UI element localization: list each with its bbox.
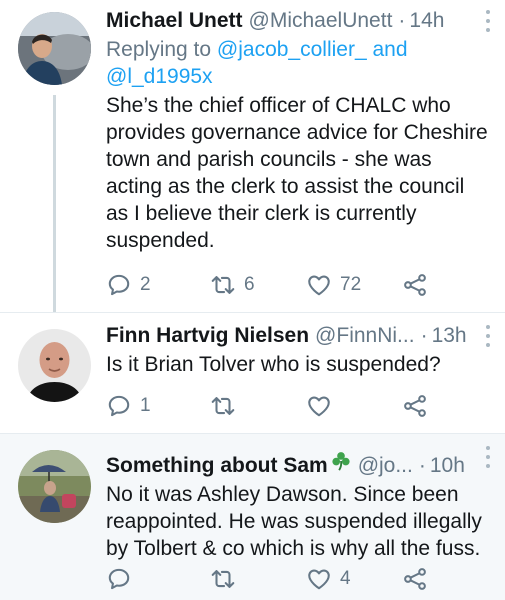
action-bar: 2 6 72 [106,272,436,298]
avatar[interactable] [18,450,91,523]
author-handle[interactable]: @jo... [358,453,413,479]
author-name[interactable]: Michael Unett [106,8,243,34]
mention-link[interactable]: @jacob_collier_ [217,38,367,61]
action-bar: 1 [106,393,436,419]
heart-icon [306,566,332,592]
tweet-something-about-sam[interactable]: Something about Sam @jo... · 10h No it w… [0,433,505,600]
tweet-text-line: provides governance advice for Cheshire [106,121,488,144]
tweet-text-line: Is it Brian Tolver who is suspended? [106,353,441,376]
tweet-text-line: reappointed. He was suspended illegally [106,510,482,533]
heart-icon [306,272,332,298]
tweet-text: Is it Brian Tolver who is suspended? [106,351,491,378]
share-icon [402,393,428,419]
retweet-button[interactable] [210,393,244,419]
shamrock-icon [332,452,350,471]
thread-line [53,95,56,312]
replying-to-label: Replying to [106,38,212,61]
reply-button[interactable]: 1 [106,393,151,419]
reply-icon [106,393,132,419]
tweet-michael-unett[interactable]: Michael Unett @MichaelUnett · 14h Replyi… [0,0,505,312]
like-count: 72 [340,274,362,295]
share-button[interactable] [402,566,428,592]
share-button[interactable] [402,393,428,419]
tweet-text-line: town and parish councils - she was [106,148,432,171]
tweet-text-line: She’s the chief officer of CHALC who [106,94,451,117]
reply-icon [106,272,132,298]
avatar[interactable] [18,12,91,85]
reply-icon [106,566,132,592]
author-handle[interactable]: @MichaelUnett [249,8,393,34]
retweet-button[interactable] [210,566,244,592]
tweet-text: No it was Ashley Dawson. Since been reap… [106,481,491,562]
avatar[interactable] [18,329,91,402]
retweet-icon [210,566,236,592]
tweet-text-line: No it was Ashley Dawson. Since been [106,483,459,506]
share-icon [402,272,428,298]
separator-dot: · [418,454,426,477]
like-button[interactable]: 72 [306,272,361,298]
tweet-text-line: suspended. [106,229,215,252]
reply-count: 2 [140,274,151,295]
retweet-icon [210,272,236,298]
separator-dot: · [420,324,428,347]
heart-icon [306,393,332,419]
mention-link[interactable]: @l_d1995x [106,65,213,88]
reply-button[interactable] [106,566,140,592]
timestamp[interactable]: 13h [432,323,467,349]
tweet-text-line: by Tolbert & co which is why all the fus… [106,537,481,560]
retweet-count: 6 [244,274,255,295]
timestamp[interactable]: 10h [430,453,465,479]
author-name[interactable]: Finn Hartvig Nielsen [106,323,309,349]
share-button[interactable] [402,272,428,298]
tweet-finn-hartvig-nielsen[interactable]: Finn Hartvig Nielsen @FinnNi... · 13h Is… [0,312,505,433]
share-icon [402,566,428,592]
mention-and[interactable]: and [372,38,407,61]
like-button[interactable]: 4 [306,566,351,592]
reply-button[interactable]: 2 [106,272,151,298]
timestamp[interactable]: 14h [409,8,444,34]
tweet-text-line: as I believe their clerk is currently [106,202,417,225]
reply-count: 1 [140,395,151,416]
tweet-text-line: acting as the clerk to assist the counci… [106,175,465,198]
author-name[interactable]: Something about Sam [106,453,328,479]
tweet-text: She’s the chief officer of CHALC who pro… [106,92,491,254]
like-button[interactable] [306,393,340,419]
author-handle[interactable]: @FinnNi... [315,323,415,349]
separator-dot: · [398,9,406,32]
retweet-icon [210,393,236,419]
replying-to: Replying to @jacob_collier_ and @l_d1995… [106,36,491,90]
retweet-button[interactable]: 6 [210,272,255,298]
action-bar: 4 [106,566,436,592]
like-count: 4 [340,568,351,589]
